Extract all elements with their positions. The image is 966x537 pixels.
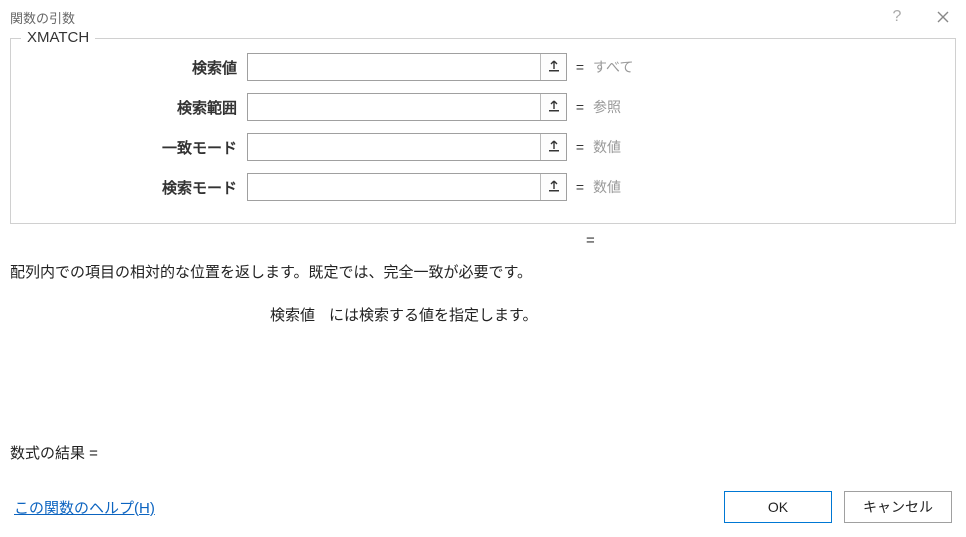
window-title: 関数の引数 bbox=[10, 8, 75, 27]
arg-input-lookup-value[interactable] bbox=[248, 54, 540, 80]
arg-label: 検索範囲 bbox=[27, 97, 247, 118]
equals-sign: = bbox=[567, 179, 593, 195]
refedit-button[interactable] bbox=[540, 94, 566, 120]
arg-input-wrap bbox=[247, 133, 567, 161]
ok-button[interactable]: OK bbox=[724, 491, 832, 523]
arg-row: 一致モード = 数値 bbox=[27, 133, 939, 161]
arg-input-wrap bbox=[247, 53, 567, 81]
help-link[interactable]: この関数のヘルプ(H) bbox=[14, 497, 155, 518]
help-icon: ? bbox=[893, 8, 902, 26]
collapse-icon bbox=[548, 180, 560, 194]
arg-label: 検索モード bbox=[27, 177, 247, 198]
function-name: XMATCH bbox=[21, 29, 95, 46]
refedit-button[interactable] bbox=[540, 174, 566, 200]
arg-row: 検索値 = すべて bbox=[27, 53, 939, 81]
titlebar: 関数の引数 ? bbox=[0, 0, 966, 34]
close-icon bbox=[937, 11, 949, 23]
arg-hint: 数値 bbox=[593, 177, 621, 197]
function-description: 配列内での項目の相対的な位置を返します。既定では、完全一致が必要です。 bbox=[10, 261, 956, 282]
collapse-icon bbox=[548, 60, 560, 74]
help-button[interactable]: ? bbox=[874, 0, 920, 34]
arg-desc-text: には検索する値を指定します。 bbox=[329, 307, 538, 324]
cancel-button[interactable]: キャンセル bbox=[844, 491, 952, 523]
equals-sign: = bbox=[567, 139, 593, 155]
arg-row: 検索範囲 = 参照 bbox=[27, 93, 939, 121]
arg-input-wrap bbox=[247, 93, 567, 121]
arg-input-wrap bbox=[247, 173, 567, 201]
collapse-icon bbox=[548, 100, 560, 114]
refedit-button[interactable] bbox=[540, 54, 566, 80]
arg-hint: 参照 bbox=[593, 97, 621, 117]
footer: この関数のヘルプ(H) OK キャンセル bbox=[10, 491, 956, 527]
argument-description: 検索値には検索する値を指定します。 bbox=[10, 304, 956, 325]
arg-row: 検索モード = 数値 bbox=[27, 173, 939, 201]
refedit-button[interactable] bbox=[540, 134, 566, 160]
equals-sign: = bbox=[567, 99, 593, 115]
arg-input-lookup-array[interactable] bbox=[248, 94, 540, 120]
arg-input-search-mode[interactable] bbox=[248, 174, 540, 200]
arg-desc-name: 検索値 bbox=[270, 307, 315, 324]
arg-input-match-mode[interactable] bbox=[248, 134, 540, 160]
arg-label: 検索値 bbox=[27, 57, 247, 78]
arg-hint: すべて bbox=[593, 57, 633, 77]
equals-sign: = bbox=[567, 59, 593, 75]
arg-hint: 数値 bbox=[593, 137, 621, 157]
arg-label: 一致モード bbox=[27, 137, 247, 158]
result-equals: = bbox=[10, 232, 956, 249]
formula-result: 数式の結果 = bbox=[10, 442, 956, 463]
arguments-fieldset: XMATCH 検索値 = すべて 検索範囲 = 参照 bbox=[10, 38, 956, 224]
close-button[interactable] bbox=[920, 0, 966, 34]
collapse-icon bbox=[548, 140, 560, 154]
